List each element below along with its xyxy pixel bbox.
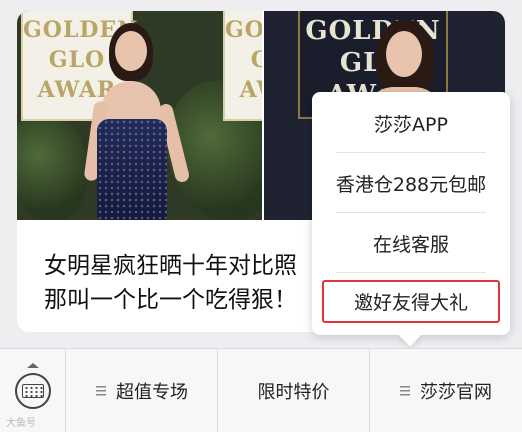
- article-headline[interactable]: 女明星疯狂晒十年对比照 那叫一个比一个吃得狠！: [44, 249, 344, 317]
- popup-item-sasa-app[interactable]: 莎莎APP: [312, 93, 510, 153]
- menu-tab-limited-offer[interactable]: 限时特价: [217, 349, 369, 432]
- popup-caret: [398, 323, 422, 347]
- menu-tab-official-site[interactable]: 莎莎官网: [369, 349, 522, 432]
- popup-item-hk-warehouse-shipping[interactable]: 香港仓288元包邮: [312, 153, 510, 213]
- submenu-popup: 莎莎APP 香港仓288元包邮 在线客服 邀好友得大礼: [312, 92, 510, 347]
- menu-tab-deals[interactable]: 超值专场: [67, 349, 217, 432]
- chevron-up-icon: [26, 363, 39, 368]
- watermark: 大鱼号: [6, 418, 36, 429]
- headline-line-2: 那叫一个比一个吃得狠！: [44, 287, 297, 313]
- menu-tab-label: 超值专场: [116, 382, 188, 403]
- menu-tab-label: 限时特价: [257, 382, 330, 403]
- keyboard-icon: [14, 363, 51, 409]
- bottom-menu-bar: 超值专场 限时特价 莎莎官网: [0, 348, 522, 432]
- popup-item-invite-friends[interactable]: 邀好友得大礼: [322, 280, 500, 323]
- submenu-icon: [96, 386, 106, 396]
- headline-line-1: 女明星疯狂晒十年对比照: [44, 253, 297, 279]
- popup-item-online-service[interactable]: 在线客服: [312, 213, 510, 273]
- backdrop-lettering: GOLDEN GLO AWAR: [225, 17, 262, 103]
- popup-divider: [336, 272, 486, 273]
- submenu-icon: [400, 386, 410, 396]
- menu-tab-label: 莎莎官网: [420, 382, 492, 403]
- article-photo-left: GOLDEN GLO AWAR GOLDEN GLO AWAR: [17, 11, 262, 220]
